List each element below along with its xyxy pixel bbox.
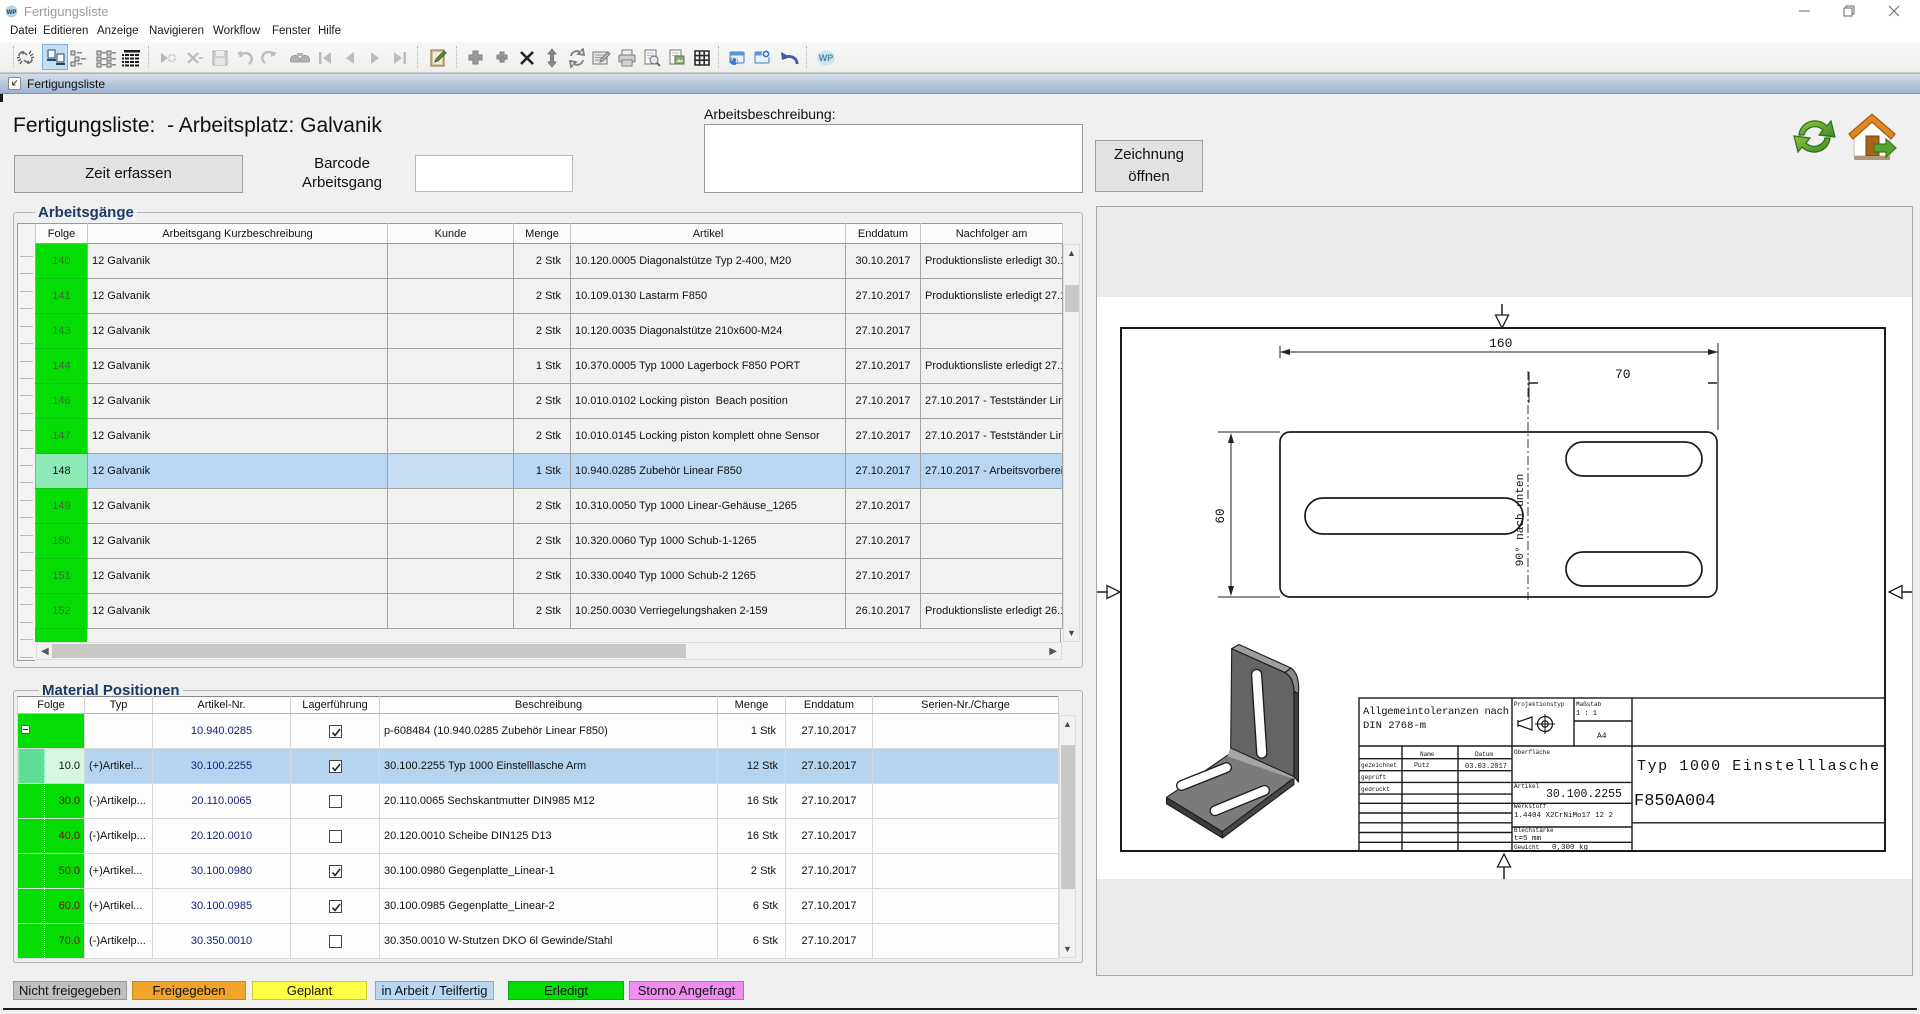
svg-text:60: 60 <box>1214 508 1228 523</box>
svg-text:Werkstoff: Werkstoff <box>1514 803 1547 810</box>
svg-text:Allgemeintoleranzen nach: Allgemeintoleranzen nach <box>1363 706 1509 718</box>
svg-text:gezeichnet: gezeichnet <box>1361 762 1397 769</box>
svg-text:Datum: Datum <box>1475 751 1493 758</box>
svg-text:160: 160 <box>1489 336 1512 351</box>
svg-text:0,300 kg: 0,300 kg <box>1552 844 1588 852</box>
svg-text:Gewicht: Gewicht <box>1514 844 1539 851</box>
svg-text:WP: WP <box>7 10 17 16</box>
svg-text:Typ 1000 Einstelllasche: Typ 1000 Einstelllasche <box>1637 758 1879 775</box>
svg-text:A4: A4 <box>1597 732 1607 741</box>
svg-text:30.100.2255: 30.100.2255 <box>1546 788 1622 801</box>
svg-text:70: 70 <box>1615 367 1631 382</box>
svg-text:geprüft: geprüft <box>1361 774 1386 781</box>
svg-text:WP: WP <box>819 53 834 63</box>
svg-text:Name: Name <box>1420 751 1435 758</box>
svg-text:90° nach unten: 90° nach unten <box>1515 474 1527 566</box>
svg-text:Blechstärke: Blechstärke <box>1514 827 1554 834</box>
svg-text:1.4404 X2CrNiMo17 12 2: 1.4404 X2CrNiMo17 12 2 <box>1514 812 1613 820</box>
svg-text:03.03.2017: 03.03.2017 <box>1465 763 1507 771</box>
svg-text:Artikel: Artikel <box>1514 783 1540 790</box>
svg-text:t=5 mm: t=5 mm <box>1514 835 1542 843</box>
svg-text:Oberfläche: Oberfläche <box>1514 749 1550 756</box>
svg-text:DIN 2768-m: DIN 2768-m <box>1363 720 1426 732</box>
svg-text:gedruckt: gedruckt <box>1361 786 1390 793</box>
svg-text:Putz: Putz <box>1414 762 1430 769</box>
svg-text:Projektionstyp: Projektionstyp <box>1514 701 1565 708</box>
svg-text:F850A004: F850A004 <box>1634 792 1716 811</box>
svg-text:Maßstab: Maßstab <box>1576 701 1602 708</box>
svg-text:1 : 1: 1 : 1 <box>1576 710 1597 718</box>
